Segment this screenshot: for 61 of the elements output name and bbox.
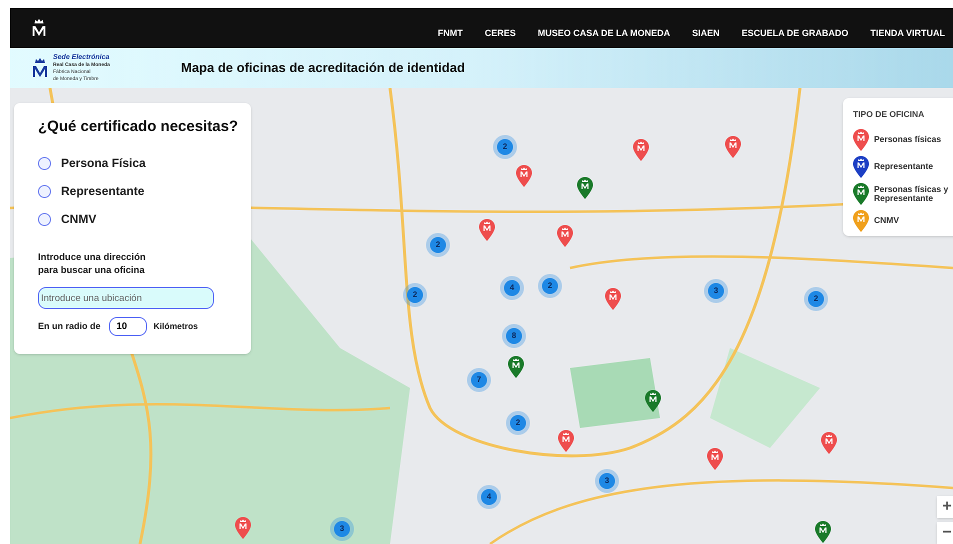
map-pin-icon[interactable] [235, 517, 251, 539]
cluster-marker[interactable]: 3 [595, 469, 619, 493]
radius-unit: Kilómetros [154, 320, 198, 333]
map-pin-icon[interactable] [821, 432, 837, 454]
radius-input[interactable]: 10 [108, 317, 147, 336]
field-label: para buscar una oficina [38, 264, 146, 277]
field-label: Introduce una dirección [38, 251, 147, 264]
map-area[interactable] [10, 88, 953, 544]
legend-label: CNMV [874, 216, 900, 226]
cluster-marker[interactable]: 2 [426, 233, 450, 257]
map-pin-icon [853, 156, 869, 178]
legend-title: TIPO DE OFICINA [853, 108, 926, 121]
nav-link[interactable]: FNMT [438, 27, 463, 41]
map-pin-icon [853, 182, 869, 205]
zoom-button[interactable]: − [937, 522, 953, 544]
nav-link[interactable]: CERES [484, 27, 516, 41]
map-pin-icon[interactable] [707, 448, 723, 470]
nav-link[interactable]: TIENDA VIRTUAL [870, 27, 945, 41]
legend-label: Personas físicas [874, 135, 942, 144]
cluster-marker[interactable]: 2 [804, 287, 828, 311]
map-pin-icon[interactable] [577, 177, 593, 199]
radio-option[interactable]: Persona Física [38, 149, 235, 177]
map-pin-icon[interactable] [725, 136, 741, 158]
cluster-marker[interactable]: 4 [500, 276, 524, 300]
map-pin-icon[interactable] [815, 521, 831, 543]
cluster-marker[interactable]: 8 [502, 324, 526, 348]
map-pin-icon [853, 128, 869, 151]
cluster-marker[interactable]: 2 [506, 411, 530, 435]
cluster-marker[interactable]: 2 [403, 283, 427, 307]
map-pin-icon[interactable] [516, 165, 532, 187]
nav-link[interactable]: ESCUELA DE GRABADO [742, 27, 848, 41]
legend-label: Representante [874, 162, 934, 172]
radio-option[interactable]: CNMV [38, 205, 235, 233]
map-pin-icon[interactable] [508, 356, 524, 378]
location-input[interactable]: Introduce una ubicación [38, 287, 214, 309]
cluster-marker[interactable]: 4 [477, 485, 501, 509]
legend-label: Personas físicas y Representante [874, 184, 950, 203]
map-pin-icon[interactable] [558, 430, 574, 452]
map-pin-icon[interactable] [633, 139, 649, 161]
radius-label: En un radio de [38, 320, 101, 333]
radio-button[interactable] [38, 212, 51, 226]
map-pin-icon[interactable] [557, 225, 573, 247]
map-pin-icon [853, 210, 869, 232]
nav-link[interactable]: MUSEO CASA DE LA MONEDA [538, 27, 670, 41]
nav-link[interactable]: SIAEN [692, 27, 720, 41]
panel-title: ¿Qué certificado necesitas? [38, 117, 238, 137]
cluster-marker[interactable]: 3 [330, 517, 354, 541]
cluster-marker[interactable]: 2 [493, 135, 517, 159]
cluster-marker[interactable]: 2 [538, 274, 562, 298]
radio-button[interactable] [38, 184, 51, 198]
map-pin-icon[interactable] [645, 390, 661, 412]
crown-logo-icon [30, 18, 48, 38]
radio-button[interactable] [38, 156, 51, 170]
map-pin-icon[interactable] [605, 288, 621, 310]
zoom-button[interactable]: + [937, 496, 953, 518]
page-title: Mapa de oficinas de acreditación de identidad [181, 59, 465, 78]
cluster-marker[interactable]: 3 [704, 279, 728, 303]
crown-logo-icon [30, 57, 50, 79]
radio-option[interactable]: Representante [38, 177, 235, 205]
map-pin-icon[interactable] [479, 219, 495, 241]
cluster-marker[interactable]: 7 [467, 368, 491, 392]
